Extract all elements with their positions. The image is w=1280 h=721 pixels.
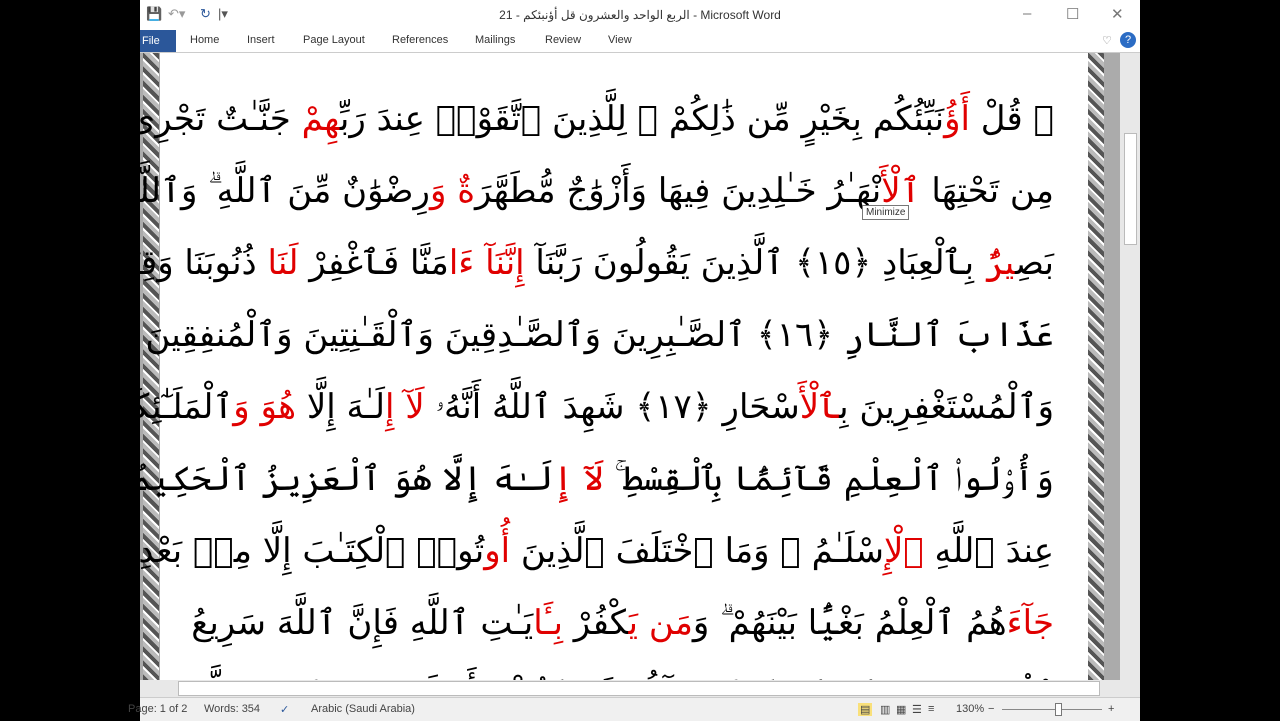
text-segment: سْلَـٰمُ ۗ وَمَا ٱخْتَلَفَ ٱلَّذِينَ bbox=[510, 531, 884, 571]
text-segment: جَنَّـٰتٌ تَجْرِى bbox=[140, 99, 302, 139]
word-window: 💾 ↶▾ ↻ |▾ الربع الواحد والعشرون قل أؤنبئ… bbox=[128, 0, 1140, 721]
text-segment: جَآءَ bbox=[1006, 603, 1054, 643]
text-segment: هِمْ bbox=[301, 99, 340, 139]
text-segment: لَـٰهَ إِلَّا هُوَ ٱلْعَزِيزُ ٱلْحَكِيمُ… bbox=[140, 459, 554, 499]
text-segment: ۞ قُلْ bbox=[969, 99, 1054, 139]
ribbon-tabs: File Home Insert Page Layout References … bbox=[140, 30, 1140, 53]
text-line: ٱلْحِسَابِ ﴿١٩﴾ فَإِنْ حَآجُّوكَ فَقُلْ … bbox=[192, 659, 1054, 680]
zoom-in-button[interactable]: + bbox=[1108, 703, 1114, 715]
draft-icon[interactable]: ≡ bbox=[928, 703, 934, 715]
text-segment: يرٌۢ bbox=[984, 243, 1016, 283]
text-line: مِن تَحْتِهَا ٱلْأَنْهَـٰرُ خَـٰلِدِينَ … bbox=[140, 155, 1054, 227]
text-segment: مِن تَحْتِهَا bbox=[920, 171, 1054, 211]
full-screen-reading-icon[interactable]: ▥ bbox=[880, 703, 890, 716]
text-segment: مَن يَ bbox=[628, 603, 693, 643]
text-segment: أَؤُ bbox=[944, 99, 970, 139]
tab-insert[interactable]: Insert bbox=[247, 34, 275, 46]
vertical-scrollbar[interactable] bbox=[1120, 53, 1140, 680]
expand-ribbon-icon[interactable]: ♡ bbox=[1102, 34, 1112, 47]
text-segment: بِٱلْعِبَادِ ﴿١٥﴾ ٱلَّذِينَ يَقُولُونَ ر… bbox=[524, 243, 985, 283]
tab-references[interactable]: References bbox=[392, 34, 448, 46]
document-area: ۞ قُلْ أَؤُنَبِّئُكُم بِخَيْرٍ مِّن ذَٰل… bbox=[140, 53, 1120, 680]
outline-icon[interactable]: ☰ bbox=[912, 703, 922, 716]
text-segment: مَنَّا فَٱغْفِرْ bbox=[298, 243, 449, 283]
text-segment: لَنَا bbox=[267, 243, 299, 283]
zoom-out-button[interactable]: − bbox=[988, 703, 994, 715]
text-segment: يَـٰتِ ٱللَّهِ فَإِنَّ ٱللَّهَ سَرِيعُ bbox=[191, 603, 534, 643]
text-segment: بِـَٔا bbox=[533, 603, 563, 643]
text-segment: عَذَابَ ٱلنَّارِ ﴿١٦﴾ ٱلصَّـٰبِرِينَ وَٱ… bbox=[145, 315, 1054, 355]
text-segment: رِضْوَٰنٌ مِّنَ ٱللَّهِ ۗ وَٱللَّهُ bbox=[140, 171, 430, 211]
text-line: عَذَابَ ٱلنَّارِ ﴿١٦﴾ ٱلصَّـٰبِرِينَ وَٱ… bbox=[145, 299, 1054, 371]
maximize-button[interactable]: ☐ bbox=[1066, 5, 1079, 23]
text-segment: لَآ إِ bbox=[553, 459, 604, 499]
close-button[interactable]: ✕ bbox=[1111, 5, 1124, 23]
print-layout-icon[interactable]: ▤ bbox=[858, 703, 873, 716]
text-segment: ٱلْمَلَـٰٓئِكَةُ bbox=[140, 387, 234, 427]
text-segment: تُوا۟ ٱلْكِتَـٰبَ إِلَّا مِنۢ بَعْدِ مَا bbox=[140, 531, 485, 571]
tooltip: Minimize bbox=[862, 205, 910, 220]
text-segment: إِنَّنَآ ءَا bbox=[448, 243, 525, 283]
title-bar: 💾 ↶▾ ↻ |▾ الربع الواحد والعشرون قل أؤنبئ… bbox=[140, 0, 1140, 30]
tab-home[interactable]: Home bbox=[190, 34, 219, 46]
page-border-right bbox=[1088, 53, 1104, 680]
text-line: عِندَ ٱللَّهِ ٱلْإِسْلَـٰمُ ۗ وَمَا ٱخْت… bbox=[140, 515, 1054, 587]
tab-review[interactable]: Review bbox=[545, 34, 581, 46]
help-icon[interactable]: ? bbox=[1120, 32, 1136, 48]
zoom-slider[interactable] bbox=[1002, 709, 1102, 710]
text-segment: عِندَ ٱللَّهِ bbox=[923, 531, 1054, 571]
horizontal-scroll-thumb[interactable] bbox=[178, 681, 1100, 696]
text-segment: هُمُ ٱلْعِلْمُ بَغْيًۢا بَيْنَهُمْ ۗ وَ bbox=[692, 603, 1007, 643]
text-segment: نَبِّئُكُم بِخَيْرٍ مِّن ذَٰلِكُمْ ۚ لِل… bbox=[339, 99, 945, 139]
text-segment: لَـٰهَ إِلَّا bbox=[296, 387, 386, 427]
text-segment: سْحَارِ ﴿١٧﴾ شَهِدَ ٱللَّهُ أَنَّهُۥ bbox=[424, 387, 800, 427]
zoom-slider-thumb[interactable] bbox=[1055, 703, 1062, 716]
language-indicator[interactable]: Arabic (Saudi Arabia) bbox=[311, 703, 415, 715]
text-line: بَصِيرٌۢ بِٱلْعِبَادِ ﴿١٥﴾ ٱلَّذِينَ يَق… bbox=[140, 227, 1054, 299]
text-segment: ٱلْأَ bbox=[799, 387, 840, 427]
minimize-button[interactable]: – bbox=[1023, 5, 1031, 22]
text-segment: أُو bbox=[484, 531, 511, 571]
text-segment: وَٱلْمُسْتَغْفِرِينَ بِ bbox=[839, 387, 1054, 427]
window-title: الربع الواحد والعشرون قل أؤنبئكم - 21 - … bbox=[499, 8, 781, 22]
tab-file[interactable]: File bbox=[140, 30, 176, 52]
horizontal-scrollbar[interactable] bbox=[140, 680, 1140, 697]
text-segment: بَصِ bbox=[1015, 243, 1054, 283]
text-line: وَأُو۟لُوا۟ ٱلْعِلْمِ قَآئِمًۢا بِٱلْقِس… bbox=[140, 443, 1054, 515]
text-segment: لَآ إِ bbox=[385, 387, 425, 427]
web-layout-icon[interactable]: ▦ bbox=[896, 703, 906, 716]
status-bar: Page: 1 of 2 Words: 354 ✓ Arabic (Saudi … bbox=[128, 697, 1140, 721]
text-segment: ٱلْإِ bbox=[883, 531, 924, 571]
text-segment: كْفُرْ bbox=[563, 603, 629, 643]
text-segment: هُوَ وَ bbox=[233, 387, 297, 427]
proofing-icon[interactable]: ✓ bbox=[280, 703, 289, 716]
text-segment: ذُنُوبَنَا وَقِنَا bbox=[140, 243, 257, 283]
tab-view[interactable]: View bbox=[608, 34, 632, 46]
tab-page-layout[interactable]: Page Layout bbox=[303, 34, 365, 46]
tab-mailings[interactable]: Mailings bbox=[475, 34, 515, 46]
text-segment: وَأُو۟لُوا۟ ٱلْعِلْمِ قَآئِمًۢا بِٱلْقِس… bbox=[603, 459, 1054, 499]
document-page[interactable]: ۞ قُلْ أَؤُنَبِّئُكُم بِخَيْرٍ مِّن ذَٰل… bbox=[140, 53, 1088, 680]
text-line: وَٱلْمُسْتَغْفِرِينَ بِٱلْأَسْحَارِ ﴿١٧﴾… bbox=[140, 371, 1054, 443]
text-line: جَآءَهُمُ ٱلْعِلْمُ بَغْيًۢا بَيْنَهُمْ … bbox=[191, 587, 1054, 659]
page-count[interactable]: Page: 1 of 2 bbox=[128, 703, 187, 715]
word-count[interactable]: Words: 354 bbox=[204, 703, 260, 715]
document-text[interactable]: ۞ قُلْ أَؤُنَبِّئُكُم بِخَيْرٍ مِّن ذَٰل… bbox=[140, 83, 1054, 680]
text-segment: نْهَـٰرُ خَـٰلِدِينَ فِيهَا وَأَزْوَٰجٌ … bbox=[475, 171, 882, 211]
zoom-level[interactable]: 130% bbox=[956, 703, 984, 715]
text-line: ۞ قُلْ أَؤُنَبِّئُكُم بِخَيْرٍ مِّن ذَٰل… bbox=[140, 83, 1054, 155]
vertical-scroll-thumb[interactable] bbox=[1124, 133, 1137, 245]
text-segment: ةٌ وَ bbox=[429, 171, 476, 211]
